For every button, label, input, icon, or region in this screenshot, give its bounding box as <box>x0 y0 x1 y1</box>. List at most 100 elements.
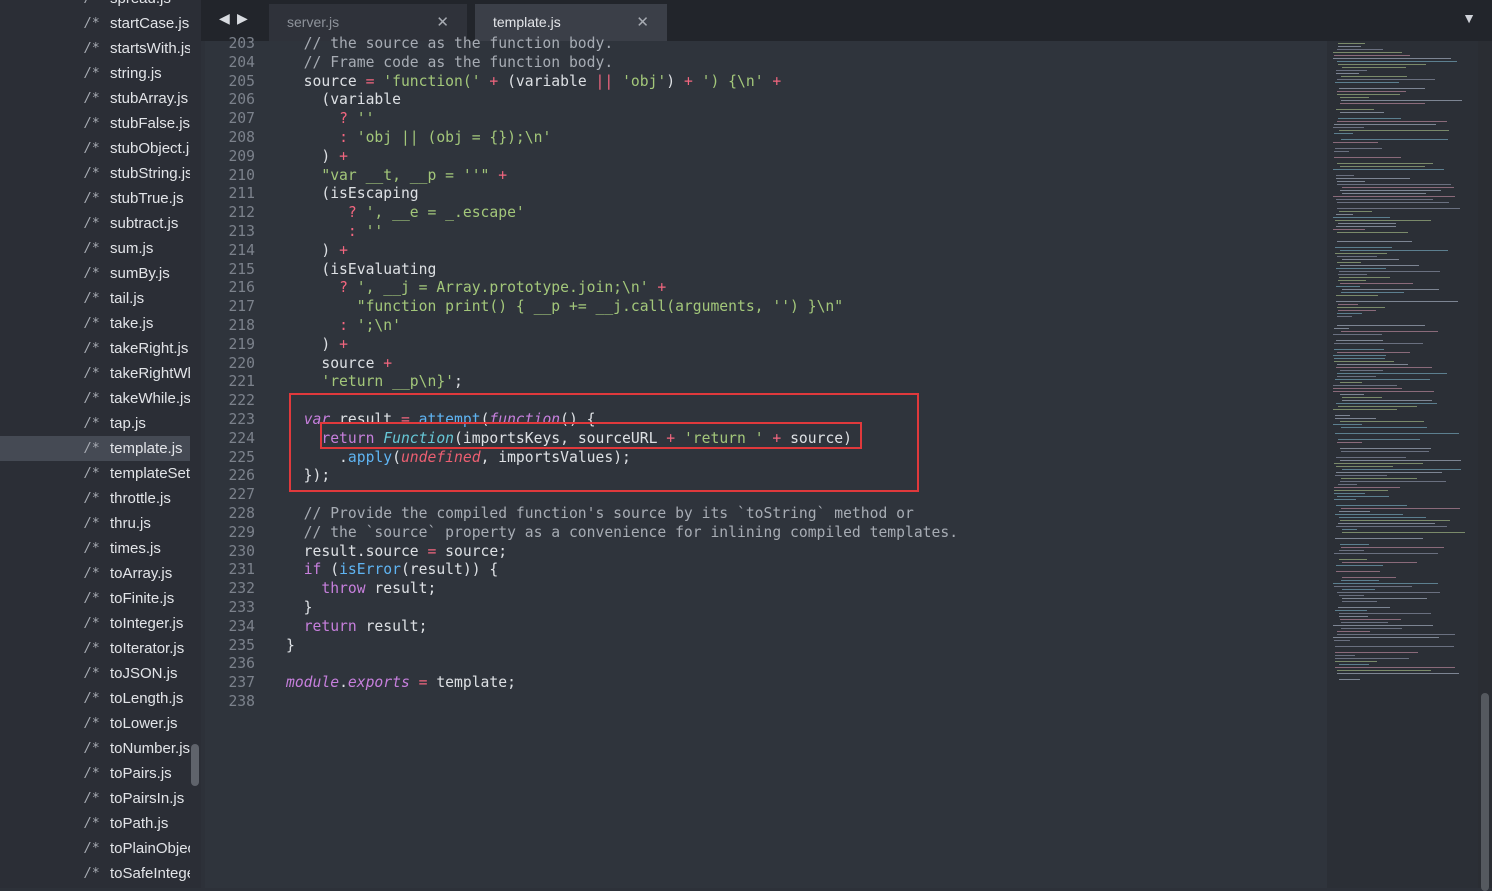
sidebar-file-item[interactable]: /* startCase.js <box>0 11 190 36</box>
minimap-line <box>1337 181 1365 182</box>
editor-scrollbar[interactable] <box>1478 41 1492 891</box>
code-token: ) <box>286 241 340 259</box>
sidebar-file-item[interactable]: /* toLower.js <box>0 711 190 736</box>
minimap-line <box>1340 265 1419 266</box>
code-line: 230 result.source = source; <box>205 543 1327 562</box>
editor-scrollbar-thumb[interactable] <box>1481 693 1489 891</box>
sidebar-file-item[interactable]: /* template.js <box>0 436 190 461</box>
sidebar-file-item[interactable]: /* stubFalse.js <box>0 111 190 136</box>
code-line: 220 source + <box>205 355 1327 374</box>
minimap[interactable] <box>1327 41 1478 888</box>
minimap-line <box>1340 394 1364 395</box>
code-editor[interactable]: 203 // the source as the function body. 2… <box>205 35 1327 888</box>
minimap-line <box>1336 295 1378 296</box>
sidebar-file-name: stubObject.js <box>110 140 190 157</box>
minimap-line <box>1333 127 1364 128</box>
sidebar-file-item[interactable]: /* stubTrue.js <box>0 186 190 211</box>
sidebar-file-item[interactable]: /* times.js <box>0 536 190 561</box>
minimap-line <box>1335 415 1350 416</box>
line-number: 238 <box>228 692 255 710</box>
sidebar-file-item[interactable]: /* toNumber.js <box>0 736 190 761</box>
sidebar-file-name: sumBy.js <box>110 265 170 282</box>
sidebar-file-item[interactable]: /* sum.js <box>0 236 190 261</box>
code-token: ) <box>286 335 340 353</box>
sidebar-file-item[interactable]: /* string.js <box>0 61 190 86</box>
tab-back-arrow-icon[interactable]: ◀ <box>219 10 230 27</box>
js-file-icon: /* <box>84 241 100 256</box>
code-line: 234 return result; <box>205 618 1327 637</box>
sidebar-file-item[interactable]: /* tail.js <box>0 286 190 311</box>
sidebar-file-name: toJSON.js <box>110 665 178 682</box>
code-token: } <box>286 636 295 654</box>
minimap-line <box>1342 187 1454 188</box>
sidebar-file-item[interactable]: /* takeWhile.js <box>0 386 190 411</box>
sidebar-file-item[interactable]: /* toInteger.js <box>0 611 190 636</box>
code-token: (isEscaping <box>286 185 419 203</box>
code-line: 204 // Frame code as the function body. <box>205 54 1327 73</box>
code-token: + <box>498 166 508 184</box>
sidebar-file-item[interactable]: /* spread.js <box>0 0 190 11</box>
sidebar-file-item[interactable]: /* takeRight.js <box>0 336 190 361</box>
line-number: 209 <box>228 147 255 165</box>
line-number: 237 <box>228 674 255 692</box>
sidebar-file-item[interactable]: /* toSafeInteger.js <box>0 861 190 886</box>
line-number: 210 <box>228 166 255 184</box>
minimap-line <box>1338 223 1396 224</box>
tab-overflow-dropdown-icon[interactable]: ▼ <box>1462 10 1476 26</box>
line-content: return result; <box>286 618 428 637</box>
line-content: ) + <box>286 336 348 355</box>
sidebar-file-item[interactable]: /* throttle.js <box>0 486 190 511</box>
js-file-icon: /* <box>84 541 100 556</box>
line-number: 215 <box>228 260 255 278</box>
minimap-line <box>1333 142 1378 143</box>
sidebar-file-item[interactable]: /* templateSettings.js <box>0 461 190 486</box>
sidebar-file-item[interactable]: /* subtract.js <box>0 211 190 236</box>
sidebar-file-name: template.js <box>110 440 183 457</box>
js-file-icon: /* <box>84 716 100 731</box>
minimap-line <box>1340 250 1448 251</box>
sidebar-scrollbar[interactable] <box>191 744 199 786</box>
sidebar-file-item[interactable]: /* tap.js <box>0 411 190 436</box>
minimap-line <box>1337 208 1460 209</box>
minimap-line <box>1339 595 1364 596</box>
sidebar-file-item[interactable]: /* toPath.js <box>0 811 190 836</box>
sidebar-file-item[interactable]: /* toLength.js <box>0 686 190 711</box>
sidebar-file-item[interactable]: /* stubArray.js <box>0 86 190 111</box>
minimap-line <box>1341 139 1448 140</box>
sidebar-file-item[interactable]: /* toArray.js <box>0 561 190 586</box>
sidebar-file-item[interactable]: /* toPairsIn.js <box>0 786 190 811</box>
line-number: 226 <box>228 467 255 485</box>
minimap-line <box>1337 262 1361 263</box>
code-line: 212 ? ', __e = _.escape' <box>205 204 1327 223</box>
minimap-line <box>1342 193 1426 194</box>
tab-forward-arrow-icon[interactable]: ▶ <box>237 10 248 27</box>
minimap-line <box>1340 460 1461 461</box>
line-content: source = 'function(' + (variable || 'obj… <box>286 73 782 92</box>
sidebar-file-item[interactable]: /* stubString.js <box>0 161 190 186</box>
sidebar-file-item[interactable]: /* toPlainObject.js <box>0 836 190 861</box>
minimap-line <box>1340 370 1383 371</box>
sidebar-file-name: toLength.js <box>110 690 184 707</box>
line-content: if (isError(result)) { <box>286 561 499 580</box>
sidebar-file-item[interactable]: /* toPairs.js <box>0 761 190 786</box>
sidebar-file-item[interactable]: /* toJSON.js <box>0 661 190 686</box>
minimap-line <box>1341 331 1438 332</box>
code-line: 213 : '' <box>205 223 1327 242</box>
sidebar-file-item[interactable]: /* sumBy.js <box>0 261 190 286</box>
minimap-line <box>1336 367 1432 368</box>
sidebar-file-name: stubArray.js <box>110 90 189 107</box>
sidebar-file-item[interactable]: /* stubObject.js <box>0 136 190 161</box>
sidebar-file-item[interactable]: /* toFinite.js <box>0 586 190 611</box>
sidebar-file-item[interactable]: /* take.js <box>0 311 190 336</box>
sidebar-file-item[interactable]: /* thru.js <box>0 511 190 536</box>
sidebar-file-item[interactable]: /* toIterator.js <box>0 636 190 661</box>
sidebar-file-item[interactable]: /* takeRightWhile.js <box>0 361 190 386</box>
sidebar-file-item[interactable]: /* startsWith.js <box>0 36 190 61</box>
code-line: 215 (isEvaluating <box>205 261 1327 280</box>
sidebar-file-name: sum.js <box>110 240 154 257</box>
